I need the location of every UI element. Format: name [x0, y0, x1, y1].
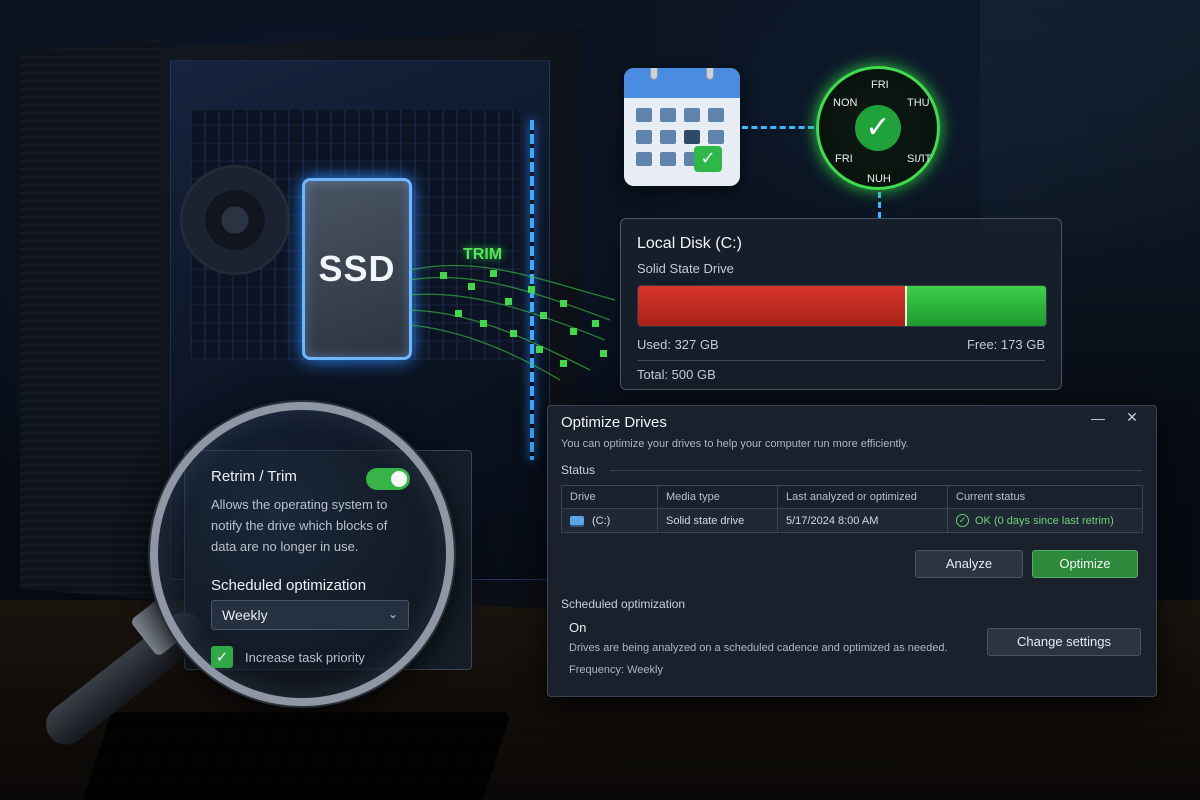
- dial-day: FRI: [871, 79, 889, 91]
- keyboard: [78, 712, 512, 800]
- task-priority-label: Increase task priority: [245, 650, 365, 665]
- ssd-label: SSD: [318, 248, 396, 289]
- scheduled-state: On: [569, 620, 587, 635]
- dial-day: THU: [907, 97, 930, 109]
- connector-line: [742, 126, 814, 129]
- dial-day: FRI: [835, 153, 853, 165]
- dial-day: SIЛT: [907, 153, 932, 165]
- disk-title: Local Disk (C:): [637, 235, 742, 252]
- scheduled-optimization-heading: Scheduled optimization: [561, 597, 686, 611]
- schedule-dial: FRI THU SIЛT NUH FRI NON ✓: [816, 66, 940, 190]
- disk-free-label: Free: 173 GB: [966, 337, 1045, 352]
- window-title: Optimize Drives: [561, 414, 667, 431]
- dial-day: NUH: [867, 173, 891, 185]
- calendar-icon: [624, 68, 740, 186]
- chevron-down-icon: ⌄: [387, 607, 398, 621]
- close-button[interactable]: ✕: [1124, 409, 1140, 427]
- disk-used-segment: [638, 286, 905, 326]
- column-header-drive[interactable]: Drive: [562, 486, 658, 508]
- column-header-status[interactable]: Current status: [948, 486, 1142, 508]
- disk-type: Solid State Drive: [637, 261, 734, 276]
- window-description: You can optimize your drives to help you…: [561, 438, 909, 450]
- current-status: OK (0 days since last retrim): [975, 514, 1114, 527]
- disk-usage-bar: [637, 285, 1047, 327]
- cpu-fan: [180, 165, 290, 275]
- check-circle-icon: ✓: [956, 514, 969, 527]
- last-optimized: 5/17/2024 8:00 AM: [778, 509, 948, 532]
- disk-usage-card: Local Disk (C:) Solid State Drive Used: …: [620, 218, 1062, 390]
- check-icon: ✓: [855, 105, 901, 151]
- optimize-button[interactable]: Optimize: [1032, 550, 1138, 578]
- drive-table: Drive Media type Last analyzed or optimi…: [561, 485, 1143, 533]
- status-heading: Status: [561, 463, 596, 477]
- disk-total-label: Total: 500 GB: [637, 367, 716, 382]
- disk-free-segment: [904, 286, 1046, 326]
- optimize-drives-window: Optimize Drives — ✕ You can optimize you…: [547, 405, 1157, 697]
- retrim-description: Allows the operating system to notify th…: [211, 497, 388, 554]
- table-row[interactable]: (C:) Solid state drive 5/17/2024 8:00 AM…: [562, 509, 1142, 532]
- frequency-select[interactable]: Weekly ⌄: [211, 600, 409, 630]
- divider: [610, 470, 1142, 471]
- minimize-button[interactable]: —: [1090, 410, 1106, 428]
- task-priority-checkbox[interactable]: ✓: [211, 646, 233, 668]
- media-type: Solid state drive: [658, 509, 778, 532]
- connector-line: [878, 192, 881, 218]
- frequency-select-value: Weekly: [222, 607, 268, 623]
- disk-used-label: Used: 327 GB: [637, 337, 719, 352]
- trim-data-stream: [410, 264, 616, 381]
- analyze-button[interactable]: Analyze: [915, 550, 1023, 578]
- table-header: Drive Media type Last analyzed or optimi…: [562, 486, 1142, 509]
- ssd-drive: SSD: [302, 178, 412, 360]
- drive-name: (C:): [592, 514, 611, 527]
- scheduled-description: Drives are being analyzed on a scheduled…: [569, 642, 948, 654]
- calendar-check-icon: ✓: [694, 146, 722, 172]
- retrim-toggle[interactable]: [366, 468, 410, 490]
- column-header-last-optimized[interactable]: Last analyzed or optimized: [778, 486, 948, 508]
- dial-day: NON: [833, 97, 858, 109]
- change-settings-button[interactable]: Change settings: [987, 628, 1141, 656]
- retrim-title: Retrim / Trim: [211, 468, 297, 485]
- divider: [637, 360, 1045, 361]
- pc-case-vent: [20, 40, 160, 600]
- scheduled-optimization-label: Scheduled optimization: [211, 577, 367, 594]
- frequency-label: Frequency: Weekly: [569, 664, 663, 676]
- column-header-media-type[interactable]: Media type: [658, 486, 778, 508]
- toggle-knob: [391, 471, 407, 487]
- drive-icon: [570, 516, 584, 525]
